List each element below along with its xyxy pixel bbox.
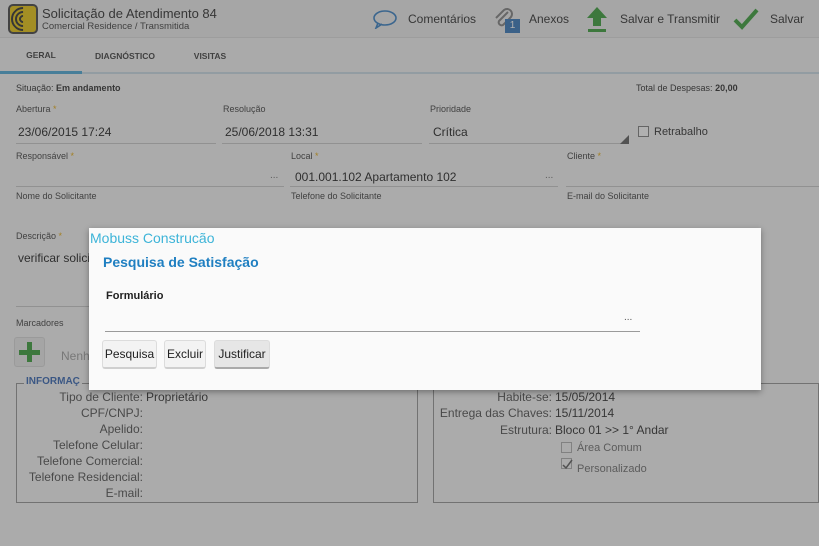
formulario-field[interactable] [105,331,640,332]
dialog-app-name: Mobuss Construcão [90,230,215,246]
justificar-button[interactable]: Justificar [214,340,270,369]
pesquisa-button[interactable]: Pesquisa [102,340,157,369]
dialog-title: Pesquisa de Satisfação [103,254,259,270]
formulario-label: Formulário [106,290,164,302]
formulario-lookup-button[interactable]: ... [624,312,632,323]
satisfaction-survey-dialog: Mobuss Construcão Pesquisa de Satisfação… [89,228,761,390]
excluir-button[interactable]: Excluir [164,340,206,369]
